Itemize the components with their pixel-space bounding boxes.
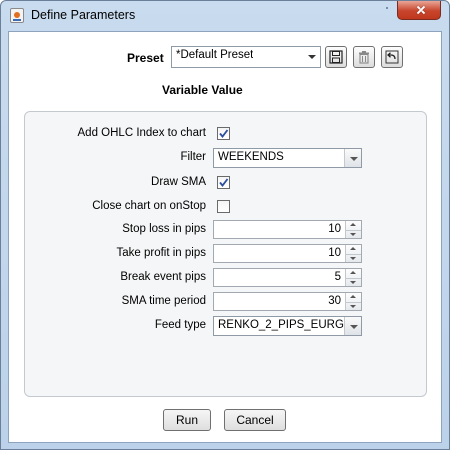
break-event-value: 5 <box>334 271 341 283</box>
close-icon <box>398 1 440 19</box>
take-profit-spinner[interactable]: 10 <box>213 244 362 263</box>
feed-type-dropdown[interactable]: RENKO_2_PIPS_EURGB... <box>213 316 362 336</box>
preset-dropdown[interactable]: *Default Preset <box>171 46 321 68</box>
checkmark-icon <box>219 178 229 187</box>
filter-dropdown[interactable]: WEEKENDS <box>213 148 362 168</box>
feed-type-value: RENKO_2_PIPS_EURGB... <box>218 319 344 331</box>
sma-period-value: 30 <box>328 295 341 307</box>
break-event-label: Break event pips <box>120 271 206 283</box>
cancel-button[interactable]: Cancel <box>224 409 286 431</box>
break-event-spinner[interactable]: 5 <box>213 268 362 287</box>
spin-up-icon[interactable] <box>346 245 361 253</box>
draw-sma-checkbox[interactable] <box>217 176 230 189</box>
save-icon <box>329 50 343 64</box>
close-button[interactable] <box>397 1 441 20</box>
window-grip-dot <box>386 7 388 9</box>
stop-loss-value: 10 <box>328 223 341 235</box>
take-profit-label: Take profit in pips <box>116 247 207 259</box>
draw-sma-label: Draw SMA <box>151 176 206 188</box>
stop-loss-label: Stop loss in pips <box>122 223 206 235</box>
close-chart-label: Close chart on onStop <box>92 200 206 212</box>
spinner-buttons <box>345 293 361 310</box>
stop-loss-spinner[interactable]: 10 <box>213 220 362 239</box>
sma-period-label: SMA time period <box>121 295 206 307</box>
title-bar[interactable]: Define Parameters <box>1 1 449 31</box>
add-ohlc-label: Add OHLC Index to chart <box>77 127 206 139</box>
chevron-down-icon <box>344 317 361 335</box>
chevron-down-icon <box>344 149 361 167</box>
spin-down-icon[interactable] <box>346 230 361 239</box>
spin-down-icon[interactable] <box>346 278 361 287</box>
checkmark-icon <box>219 129 229 138</box>
sma-period-spinner[interactable]: 30 <box>213 292 362 311</box>
add-ohlc-checkbox[interactable] <box>217 127 230 140</box>
java-icon <box>10 8 24 23</box>
preset-value: *Default Preset <box>176 49 254 61</box>
chevron-down-icon <box>303 47 320 67</box>
spin-down-icon[interactable] <box>346 302 361 311</box>
undo-icon <box>385 50 399 64</box>
spin-down-icon[interactable] <box>346 254 361 263</box>
revert-preset-button[interactable] <box>381 46 403 68</box>
spin-up-icon[interactable] <box>346 269 361 277</box>
window-title: Define Parameters <box>31 8 136 22</box>
delete-preset-button[interactable] <box>353 46 375 68</box>
filter-value: WEEKENDS <box>218 151 284 163</box>
save-preset-button[interactable] <box>325 46 347 68</box>
variable-value-header: Variable Value <box>162 83 243 97</box>
spinner-buttons <box>345 221 361 238</box>
run-button[interactable]: Run <box>163 409 211 431</box>
close-chart-checkbox[interactable] <box>217 200 230 213</box>
filter-label: Filter <box>180 151 206 163</box>
spin-up-icon[interactable] <box>346 221 361 229</box>
take-profit-value: 10 <box>328 247 341 259</box>
trash-icon <box>359 51 369 64</box>
spinner-buttons <box>345 245 361 262</box>
spinner-buttons <box>345 269 361 286</box>
spin-up-icon[interactable] <box>346 293 361 301</box>
feed-type-label: Feed type <box>154 319 206 331</box>
preset-label: Preset <box>127 51 164 65</box>
